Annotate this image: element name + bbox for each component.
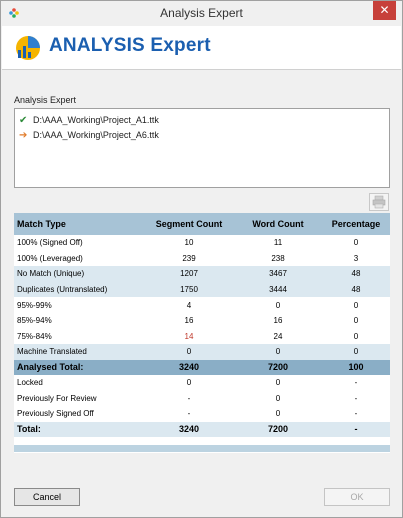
table-row: 95%-99% 4 0 0 — [14, 297, 390, 313]
word-count-cell: 3444 — [234, 281, 322, 298]
file-path: D:\AAA_Working\Project_A6.ttk — [33, 130, 159, 140]
check-icon: ✔ — [19, 115, 28, 126]
total-row: Total: 3240 7200 - — [14, 421, 390, 438]
col-header-percentage: Percentage — [322, 213, 390, 235]
table-row: Previously For Review - 0 - — [14, 390, 390, 406]
total-percent: - — [322, 421, 390, 438]
spacer-row — [14, 437, 390, 446]
close-button[interactable]: ✕ — [373, 1, 396, 20]
analysis-logo-icon — [16, 36, 40, 60]
percentage-cell: 0 — [353, 316, 359, 326]
file-item[interactable]: ➔ D:\AAA_Working\Project_A6.ttk — [19, 130, 159, 144]
word-count-cell: 11 — [273, 238, 283, 248]
table-row: 100% (Signed Off) 10 11 0 — [14, 235, 390, 251]
word-count-cell: 0 — [234, 344, 322, 360]
word-count-cell: 16 — [273, 316, 283, 326]
col-header-match-type: Match Type — [14, 213, 144, 235]
match-type-cell: 85%-94% — [17, 316, 52, 326]
segment-count-cell: 0 — [144, 344, 234, 360]
analysed-total-words: 7200 — [234, 359, 322, 375]
percentage-cell: 3 — [353, 253, 359, 263]
table-row: Duplicates (Untranslated) 1750 3444 48 — [14, 281, 390, 298]
file-path: D:\AAA_Working\Project_A1.ttk — [33, 115, 159, 125]
table-row: Machine Translated 0 0 0 — [14, 344, 390, 360]
segment-count-cell: - — [187, 409, 191, 419]
match-type-cell: 100% (Leveraged) — [17, 253, 83, 263]
window-title: Analysis Expert — [160, 6, 243, 20]
table-header-row: Match Type Segment Count Word Count Perc… — [14, 213, 390, 235]
table-row: Locked 0 0 - — [14, 375, 390, 391]
match-type-cell: Previously Signed Off — [17, 409, 94, 419]
match-type-cell: 100% (Signed Off) — [17, 238, 83, 248]
table-row: 85%-94% 16 16 0 — [14, 313, 390, 329]
table-row: 75%-84% 14 24 0 — [14, 329, 390, 345]
percentage-cell: 0 — [322, 344, 390, 360]
percentage-cell: 48 — [322, 266, 390, 282]
banner: ANALYSIS Expert — [2, 26, 401, 70]
files-section-label: Analysis Expert — [14, 95, 77, 105]
file-list[interactable]: ✔ D:\AAA_Working\Project_A1.ttk ➔ D:\AAA_W… — [14, 108, 390, 188]
analysis-table: Match Type Segment Count Word Count Perc… — [14, 213, 390, 453]
brand-title: ANALYSIS Expert — [49, 35, 211, 56]
percentage-cell: 0 — [353, 300, 359, 310]
total-label: Total: — [14, 421, 144, 438]
total-segments: 3240 — [144, 421, 234, 438]
ok-button[interactable]: OK — [324, 488, 390, 506]
percentage-cell: - — [354, 409, 358, 419]
word-count-cell: 0 — [275, 393, 281, 403]
print-button[interactable] — [369, 193, 389, 211]
file-item[interactable]: ✔ D:\AAA_Working\Project_A1.ttk — [19, 115, 159, 129]
match-type-cell: No Match (Unique) — [14, 266, 144, 282]
match-type-cell: 75%-84% — [17, 331, 52, 341]
total-words: 7200 — [234, 421, 322, 438]
word-count-cell: 3467 — [234, 266, 322, 282]
analysed-total-percent: 100 — [322, 359, 390, 375]
percentage-cell: - — [354, 393, 358, 403]
analysed-total-row: Analysed Total: 3240 7200 100 — [14, 359, 390, 375]
segment-count-cell: 4 — [186, 300, 192, 310]
segment-count-cell: 0 — [186, 378, 192, 388]
title-bar: Analysis Expert ✕ — [1, 1, 402, 25]
segment-count-cell: 10 — [184, 238, 194, 248]
segment-count-cell: 1207 — [144, 266, 234, 282]
word-count-cell: 0 — [275, 300, 281, 310]
percentage-cell: - — [354, 378, 358, 388]
percentage-cell: 0 — [353, 331, 359, 341]
match-type-cell: Duplicates (Untranslated) — [14, 281, 144, 298]
match-type-cell: Previously For Review — [17, 393, 97, 403]
match-type-cell: 95%-99% — [17, 300, 52, 310]
match-type-cell: Machine Translated — [14, 344, 144, 360]
arrow-right-icon: ➔ — [19, 130, 28, 141]
analysed-total-segments: 3240 — [144, 359, 234, 375]
cancel-button[interactable]: Cancel — [14, 488, 80, 506]
word-count-cell: 0 — [275, 409, 281, 419]
col-header-word-count: Word Count — [234, 213, 322, 235]
word-count-cell: 238 — [271, 253, 285, 263]
printer-icon — [372, 195, 386, 209]
word-count-cell: 0 — [275, 378, 281, 388]
percentage-cell: 0 — [353, 238, 359, 248]
segment-count-cell: 14 — [184, 331, 194, 341]
table-row: 100% (Leveraged) 239 238 3 — [14, 251, 390, 267]
table-row: Previously Signed Off - 0 - — [14, 406, 390, 422]
match-type-cell: Locked — [17, 378, 43, 388]
percentage-cell: 48 — [322, 281, 390, 298]
segment-count-cell: 1750 — [144, 281, 234, 298]
analysis-expert-window: Analysis Expert ✕ ANALYSIS Expert Analys… — [0, 0, 403, 518]
table-footer-strip — [14, 445, 390, 453]
segment-count-cell: - — [187, 393, 191, 403]
segment-count-cell: 16 — [184, 316, 194, 326]
word-count-cell: 24 — [273, 331, 283, 341]
table-row: No Match (Unique) 1207 3467 48 — [14, 266, 390, 282]
analysed-total-label: Analysed Total: — [14, 359, 144, 375]
col-header-segment-count: Segment Count — [144, 213, 234, 235]
segment-count-cell: 239 — [182, 253, 196, 263]
